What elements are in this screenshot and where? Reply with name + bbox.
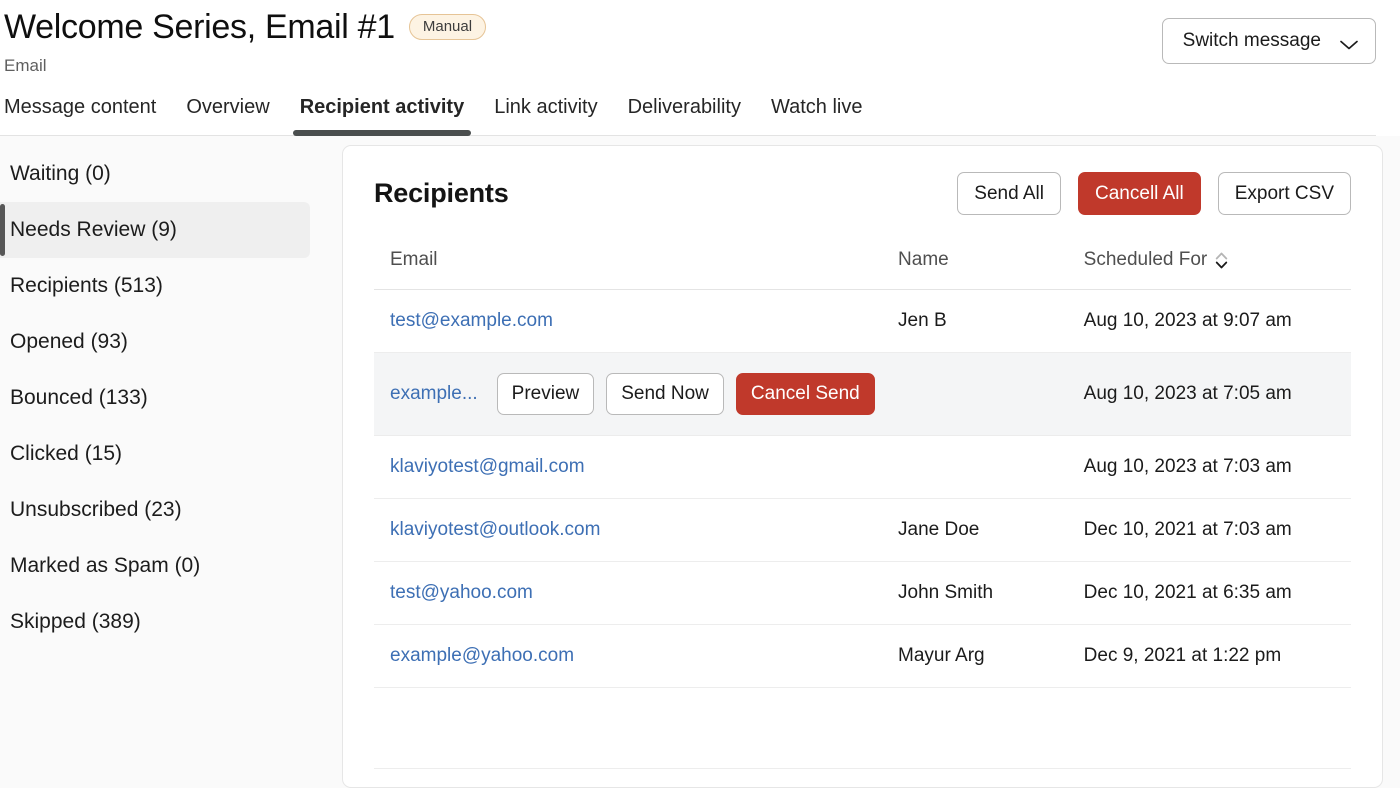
cell-email: example@yahoo.com xyxy=(374,625,882,688)
row-actions: Preview Send Now Cancel Send xyxy=(497,373,875,415)
cell-email xyxy=(374,688,882,769)
recipients-card: Recipients Send All Cancell All Export C… xyxy=(342,145,1383,788)
page-subtitle: Email xyxy=(4,56,1162,76)
switch-message-button[interactable]: Switch message xyxy=(1162,18,1376,64)
cell-scheduled-for: Aug 10, 2023 at 7:03 am xyxy=(1068,436,1351,499)
page-header: Welcome Series, Email #1 Manual Email Sw… xyxy=(0,0,1400,136)
email-link[interactable]: klaviyotest@gmail.com xyxy=(390,456,585,477)
tab-watch-live[interactable]: Watch live xyxy=(756,90,878,135)
table-row[interactable]: example@yahoo.com Mayur Arg Dec 9, 2021 … xyxy=(374,625,1351,688)
table-row[interactable]: klaviyotest@outlook.com Jane Doe Dec 10,… xyxy=(374,499,1351,562)
email-link[interactable]: example@yahoo.com xyxy=(390,645,574,666)
cell-email: test@example.com xyxy=(374,290,882,353)
column-header-scheduled-for[interactable]: Scheduled For xyxy=(1068,249,1351,290)
cell-email: test@yahoo.com xyxy=(374,562,882,625)
content-area: Recipients Send All Cancell All Export C… xyxy=(342,136,1400,788)
cell-scheduled-for xyxy=(1068,688,1351,769)
table-body: test@example.com Jen B Aug 10, 2023 at 9… xyxy=(374,290,1351,769)
table-row[interactable]: example... Preview Send Now Cancel Send … xyxy=(374,353,1351,436)
cell-name: John Smith xyxy=(882,562,1068,625)
cell-name: Jane Doe xyxy=(882,499,1068,562)
export-csv-button[interactable]: Export CSV xyxy=(1218,172,1351,216)
cell-name: Jen B xyxy=(882,290,1068,353)
table-row[interactable]: test@example.com Jen B Aug 10, 2023 at 9… xyxy=(374,290,1351,353)
page-root: Welcome Series, Email #1 Manual Email Sw… xyxy=(0,0,1400,788)
tab-recipient-activity[interactable]: Recipient activity xyxy=(285,90,480,135)
cell-name xyxy=(882,353,1068,436)
cell-scheduled-for: Dec 10, 2021 at 7:03 am xyxy=(1068,499,1351,562)
table-row[interactable] xyxy=(374,688,1351,769)
chevron-down-icon xyxy=(1339,35,1359,47)
card-actions: Send All Cancell All Export CSV xyxy=(957,172,1351,216)
cell-email: klaviyotest@outlook.com xyxy=(374,499,882,562)
page-body: Waiting (0) Needs Review (9) Recipients … xyxy=(0,136,1400,788)
email-link[interactable]: example... xyxy=(390,383,478,405)
send-all-button[interactable]: Send All xyxy=(957,172,1061,216)
column-header-name[interactable]: Name xyxy=(882,249,1068,290)
table-header-row: Email Name Scheduled For xyxy=(374,249,1351,290)
cell-name xyxy=(882,436,1068,499)
cell-scheduled-for: Aug 10, 2023 at 9:07 am xyxy=(1068,290,1351,353)
cancel-send-button[interactable]: Cancel Send xyxy=(736,373,875,415)
send-now-button[interactable]: Send Now xyxy=(606,373,724,415)
sidebar-item-skipped[interactable]: Skipped (389) xyxy=(0,594,310,650)
table-row[interactable]: test@yahoo.com John Smith Dec 10, 2021 a… xyxy=(374,562,1351,625)
tab-link-activity[interactable]: Link activity xyxy=(479,90,612,135)
table-row[interactable]: klaviyotest@gmail.com Aug 10, 2023 at 7:… xyxy=(374,436,1351,499)
tab-message-content[interactable]: Message content xyxy=(0,90,171,135)
email-link[interactable]: klaviyotest@outlook.com xyxy=(390,519,600,540)
cell-scheduled-for: Aug 10, 2023 at 7:05 am xyxy=(1068,353,1351,436)
cancel-all-button[interactable]: Cancell All xyxy=(1078,172,1201,216)
email-link[interactable]: test@yahoo.com xyxy=(390,582,533,603)
column-header-scheduled-for-label: Scheduled For xyxy=(1084,249,1208,271)
tab-bar: Message content Overview Recipient activ… xyxy=(0,90,1376,136)
cell-scheduled-for: Dec 9, 2021 at 1:22 pm xyxy=(1068,625,1351,688)
recipients-table: Email Name Scheduled For xyxy=(374,249,1351,769)
sidebar-item-recipients[interactable]: Recipients (513) xyxy=(0,258,310,314)
preview-button[interactable]: Preview xyxy=(497,373,595,415)
sidebar-item-unsubscribed[interactable]: Unsubscribed (23) xyxy=(0,482,310,538)
card-title: Recipients xyxy=(374,178,509,209)
sidebar-item-waiting[interactable]: Waiting (0) xyxy=(0,146,310,202)
card-header: Recipients Send All Cancell All Export C… xyxy=(374,172,1351,216)
sidebar-item-opened[interactable]: Opened (93) xyxy=(0,314,310,370)
sidebar-item-bounced[interactable]: Bounced (133) xyxy=(0,370,310,426)
switch-message-label: Switch message xyxy=(1183,30,1321,52)
tab-deliverability[interactable]: Deliverability xyxy=(613,90,756,135)
tab-overview[interactable]: Overview xyxy=(171,90,284,135)
status-badge: Manual xyxy=(409,14,486,40)
cell-email: klaviyotest@gmail.com xyxy=(374,436,882,499)
sidebar-item-clicked[interactable]: Clicked (15) xyxy=(0,426,310,482)
column-header-email[interactable]: Email xyxy=(374,249,882,290)
cell-scheduled-for: Dec 10, 2021 at 6:35 am xyxy=(1068,562,1351,625)
sidebar-item-needs-review[interactable]: Needs Review (9) xyxy=(0,202,310,258)
page-title: Welcome Series, Email #1 xyxy=(4,6,395,49)
email-link[interactable]: test@example.com xyxy=(390,310,553,331)
sidebar: Waiting (0) Needs Review (9) Recipients … xyxy=(0,136,342,788)
cell-email: example... Preview Send Now Cancel Send xyxy=(374,353,882,436)
cell-name: Mayur Arg xyxy=(882,625,1068,688)
sidebar-item-marked-as-spam[interactable]: Marked as Spam (0) xyxy=(0,538,310,594)
cell-name xyxy=(882,688,1068,769)
sort-updown-icon[interactable] xyxy=(1215,251,1228,270)
